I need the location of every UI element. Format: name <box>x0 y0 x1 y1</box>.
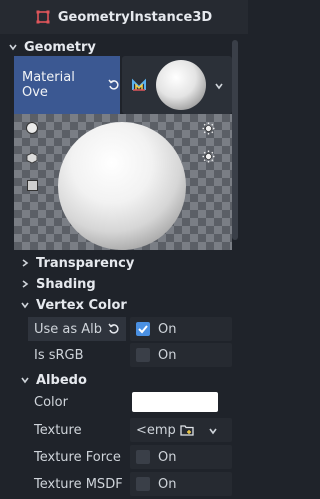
folder-load-icon[interactable] <box>180 423 194 440</box>
prop-use-as-albedo: Use as Alb On <box>28 317 232 341</box>
chevron-right-icon <box>22 280 29 288</box>
texture-force-label: Texture Force <box>34 449 121 465</box>
section-albedo-label: Albedo <box>36 372 87 388</box>
inspector-title: GeometryInstance3D <box>57 9 213 25</box>
scrollbar-thumb[interactable] <box>232 40 238 240</box>
material-override-row: Material Ove <box>14 56 232 114</box>
use-as-albedo-label: Use as Alb <box>34 321 103 337</box>
section-geometry-label: Geometry <box>24 39 96 55</box>
standard-material-icon <box>132 78 146 96</box>
use-as-albedo-value: On <box>158 321 177 337</box>
revert-icon[interactable] <box>108 79 120 91</box>
preview-light-2-icon[interactable] <box>202 150 215 167</box>
section-shading[interactable]: Shading <box>20 275 96 293</box>
chevron-down-icon <box>9 44 17 51</box>
is-srgb-label: Is sRGB <box>34 347 84 363</box>
chevron-down-icon[interactable] <box>208 425 218 440</box>
albedo-texture-value: <emp <box>136 422 176 438</box>
material-override-label: Material Ove <box>22 70 75 100</box>
is-srgb-checkbox[interactable] <box>136 348 150 362</box>
use-as-albedo-label-box: Use as Alb <box>28 317 126 341</box>
albedo-color-swatch[interactable] <box>132 392 218 412</box>
revert-icon[interactable] <box>108 323 120 335</box>
material-thumbnail <box>156 60 206 110</box>
section-geometry[interactable]: Geometry <box>8 38 96 56</box>
preview-quad-shape-icon[interactable] <box>27 180 38 191</box>
chevron-down-icon[interactable] <box>214 80 224 95</box>
preview-sphere-shape-icon[interactable] <box>26 122 38 134</box>
prop-albedo-texture: Texture <emp <box>28 418 232 442</box>
texture-msdf-toggle[interactable]: On <box>130 472 232 496</box>
material-resource-picker[interactable] <box>122 56 232 114</box>
material-preview <box>14 114 232 250</box>
preview-light-1-icon[interactable] <box>202 122 215 139</box>
texture-msdf-value: On <box>158 476 177 492</box>
preview-box-shape-icon[interactable] <box>26 152 38 168</box>
section-vertex-color[interactable]: Vertex Color <box>20 296 127 314</box>
geometry-instance-node-icon <box>36 10 50 24</box>
section-shading-label: Shading <box>36 276 96 292</box>
use-as-albedo-checkbox[interactable] <box>136 322 150 336</box>
chevron-down-icon <box>21 377 29 384</box>
is-srgb-value: On <box>158 347 177 363</box>
section-vertex-color-label: Vertex Color <box>36 297 127 313</box>
texture-force-value: On <box>158 449 177 465</box>
texture-msdf-checkbox[interactable] <box>136 477 150 491</box>
is-srgb-toggle[interactable]: On <box>130 343 232 367</box>
prop-is-srgb: Is sRGB On <box>28 343 232 367</box>
albedo-texture-label: Texture <box>34 422 82 438</box>
prop-texture-force: Texture Force On <box>28 445 232 469</box>
section-transparency[interactable]: Transparency <box>20 254 134 272</box>
chevron-down-icon <box>21 302 29 309</box>
preview-sphere <box>58 122 186 250</box>
inspector-title-bar: GeometryInstance3D <box>0 0 248 34</box>
section-transparency-label: Transparency <box>36 255 135 271</box>
albedo-texture-picker[interactable]: <emp <box>130 418 232 442</box>
chevron-right-icon <box>22 259 29 267</box>
prop-texture-msdf: Texture MSDF On <box>28 472 232 496</box>
texture-msdf-label: Texture MSDF <box>34 476 123 492</box>
prop-albedo-color: Color <box>28 390 232 414</box>
texture-force-checkbox[interactable] <box>136 450 150 464</box>
section-albedo[interactable]: Albedo <box>20 371 87 389</box>
albedo-color-label: Color <box>34 394 68 410</box>
texture-force-toggle[interactable]: On <box>130 445 232 469</box>
use-as-albedo-toggle[interactable]: On <box>130 317 232 341</box>
material-override-label-box: Material Ove <box>14 56 120 114</box>
